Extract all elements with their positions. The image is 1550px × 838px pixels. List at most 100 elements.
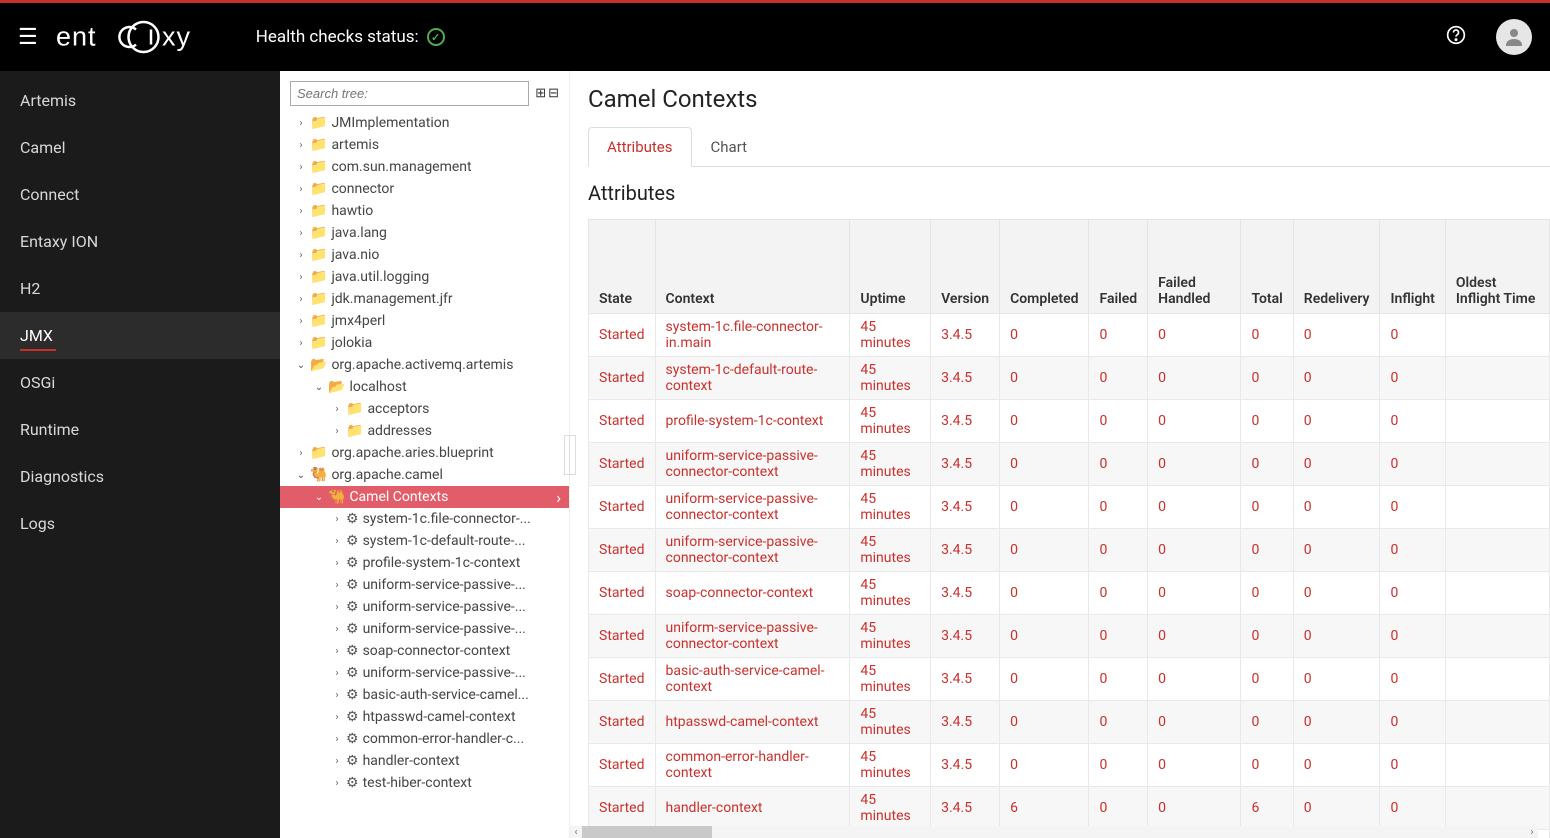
column-header[interactable]: Version	[931, 220, 1000, 314]
sidebar-item-entaxy-ion[interactable]: Entaxy ION	[0, 218, 280, 265]
tab-chart[interactable]: Chart	[692, 127, 767, 166]
column-header[interactable]: Inflight	[1380, 220, 1445, 314]
collapse-all-icon[interactable]: ⊟	[548, 86, 559, 101]
table-row[interactable]: Startedcommon-error-handler-context45 mi…	[589, 744, 1550, 787]
scroll-left-icon[interactable]: ‹	[570, 827, 582, 838]
column-header[interactable]: Failed Handled	[1148, 220, 1241, 314]
sidebar-item-connect[interactable]: Connect	[0, 171, 280, 218]
column-header[interactable]: Oldest Inflight Time	[1445, 220, 1549, 314]
caret-icon: ›	[332, 602, 342, 613]
tree-node-java.nio[interactable]: ›📁java.nio	[280, 244, 569, 266]
tree-node-JMImplementation[interactable]: ›📁JMImplementation	[280, 112, 569, 134]
table-row[interactable]: Starteduniform-service-passive-connector…	[589, 443, 1550, 486]
tree-node-artemis[interactable]: ›📁artemis	[280, 134, 569, 156]
table-row[interactable]: Starteduniform-service-passive-connector…	[589, 615, 1550, 658]
page-title: Camel Contexts	[588, 85, 1550, 113]
tree-node-aries[interactable]: ›📁org.apache.aries.blueprint	[280, 442, 569, 464]
cell-redelivery: 0	[1293, 357, 1380, 400]
cell-completed: 0	[1000, 357, 1089, 400]
tree-node-activemq[interactable]: ⌄📂org.apache.activemq.artemis	[280, 354, 569, 376]
tree-search-input[interactable]	[290, 81, 529, 106]
table-row[interactable]: Startedhandler-context45 minutes3.4.5600…	[589, 787, 1550, 830]
table-row[interactable]: Startedsystem-1c.file-connector-in.main4…	[589, 314, 1550, 357]
sidebar-item-camel[interactable]: Camel	[0, 124, 280, 171]
cell-failed: 0	[1089, 357, 1148, 400]
sidebar-item-logs[interactable]: Logs	[0, 500, 280, 547]
hamburger-icon[interactable]: ☰	[18, 25, 38, 50]
column-header[interactable]: State	[589, 220, 656, 314]
folder-icon: 📁	[346, 423, 363, 439]
horizontal-scrollbar[interactable]: ‹ ›	[570, 826, 1538, 838]
cell-uptime: 45 minutes	[850, 658, 931, 701]
table-row[interactable]: Startedbasic-auth-service-camel-context4…	[589, 658, 1550, 701]
tree-node-context[interactable]: ›⚙soap-connector-context	[280, 640, 569, 662]
cell-failed: 0	[1089, 443, 1148, 486]
tree-node-java.lang[interactable]: ›📁java.lang	[280, 222, 569, 244]
tab-attributes[interactable]: Attributes	[588, 127, 692, 167]
help-icon[interactable]	[1446, 25, 1466, 50]
sidebar-item-osgi[interactable]: OSGi	[0, 359, 280, 406]
column-header[interactable]: Uptime	[850, 220, 931, 314]
user-avatar[interactable]	[1496, 19, 1532, 55]
tree-node-acceptors[interactable]: ›📁acceptors	[280, 398, 569, 420]
tree-node-context[interactable]: ›⚙handler-context	[280, 750, 569, 772]
sidebar-item-jmx[interactable]: JMX	[0, 312, 280, 359]
tree-node-context[interactable]: ›⚙test-hiber-context	[280, 772, 569, 794]
table-row[interactable]: Startedsoap-connector-context45 minutes3…	[589, 572, 1550, 615]
sidebar-item-h2[interactable]: H2	[0, 265, 280, 312]
tree-node-camel[interactable]: ⌄🐫org.apache.camel	[280, 464, 569, 486]
cell-context: soap-connector-context	[655, 572, 850, 615]
scroll-right-icon[interactable]: ›	[1526, 827, 1538, 838]
column-header[interactable]: Failed	[1089, 220, 1148, 314]
cell-failed: 0	[1089, 615, 1148, 658]
tree-node-context[interactable]: ›⚙htpasswd-camel-context	[280, 706, 569, 728]
cell-uptime: 45 minutes	[850, 701, 931, 744]
tree-node-context[interactable]: ›⚙profile-system-1c-context	[280, 552, 569, 574]
sidebar-item-runtime[interactable]: Runtime	[0, 406, 280, 453]
caret-icon: ›	[332, 404, 342, 415]
table-row[interactable]: Starteduniform-service-passive-connector…	[589, 529, 1550, 572]
tree-node-hawtio[interactable]: ›📁hawtio	[280, 200, 569, 222]
cell-redelivery: 0	[1293, 701, 1380, 744]
tree-node-context[interactable]: ›⚙uniform-service-passive-...	[280, 574, 569, 596]
table-row[interactable]: Startedhtpasswd-camel-context45 minutes3…	[589, 701, 1550, 744]
tree-node-connector[interactable]: ›📁connector	[280, 178, 569, 200]
caret-icon: ›	[296, 184, 306, 195]
tree-node-com.sun.management[interactable]: ›📁com.sun.management	[280, 156, 569, 178]
tree-node-context[interactable]: ›⚙system-1c.file-connector-...	[280, 508, 569, 530]
cell-failed: 0	[1089, 787, 1148, 830]
caret-icon: ›	[332, 778, 342, 789]
tree-node-context[interactable]: ›⚙basic-auth-service-camel...	[280, 684, 569, 706]
sidebar-item-diagnostics[interactable]: Diagnostics	[0, 453, 280, 500]
splitter-handle-left[interactable]	[570, 435, 576, 475]
expand-all-icon[interactable]: ⊞	[535, 86, 546, 101]
caret-icon: ›	[296, 294, 306, 305]
tree-node-context[interactable]: ›⚙system-1c-default-route-...	[280, 530, 569, 552]
cell-uptime: 45 minutes	[850, 529, 931, 572]
tree-node-camel-contexts[interactable]: ⌄🐫Camel Contexts	[280, 486, 569, 508]
column-header[interactable]: Context	[655, 220, 850, 314]
cell-state: Started	[589, 701, 656, 744]
column-header[interactable]: Redelivery	[1293, 220, 1380, 314]
tree-node-context[interactable]: ›⚙uniform-service-passive-...	[280, 596, 569, 618]
tree-node-context[interactable]: ›⚙uniform-service-passive-...	[280, 618, 569, 640]
tree-node-jmx4perl[interactable]: ›📁jmx4perl	[280, 310, 569, 332]
table-row[interactable]: Startedprofile-system-1c-context45 minut…	[589, 400, 1550, 443]
tree-node-localhost[interactable]: ⌄📂localhost	[280, 376, 569, 398]
tree-node-label: common-error-handler-c...	[363, 731, 525, 747]
tree-node-jolokia[interactable]: ›📁jolokia	[280, 332, 569, 354]
tree-node-label: basic-auth-service-camel...	[363, 687, 529, 703]
sidebar-item-artemis[interactable]: Artemis	[0, 77, 280, 124]
cell-completed: 0	[1000, 572, 1089, 615]
table-row[interactable]: Starteduniform-service-passive-connector…	[589, 486, 1550, 529]
tree-node-jdk.management.jfr[interactable]: ›📁jdk.management.jfr	[280, 288, 569, 310]
tree-node-addresses[interactable]: ›📁addresses	[280, 420, 569, 442]
column-header[interactable]: Total	[1241, 220, 1293, 314]
column-header[interactable]: Completed	[1000, 220, 1089, 314]
tree-node-context[interactable]: ›⚙uniform-service-passive-...	[280, 662, 569, 684]
caret-icon: ›	[332, 712, 342, 723]
tree-node-java.util.logging[interactable]: ›📁java.util.logging	[280, 266, 569, 288]
tree-node-context[interactable]: ›⚙common-error-handler-c...	[280, 728, 569, 750]
cell-fh: 0	[1148, 443, 1241, 486]
table-row[interactable]: Startedsystem-1c-default-route-context45…	[589, 357, 1550, 400]
